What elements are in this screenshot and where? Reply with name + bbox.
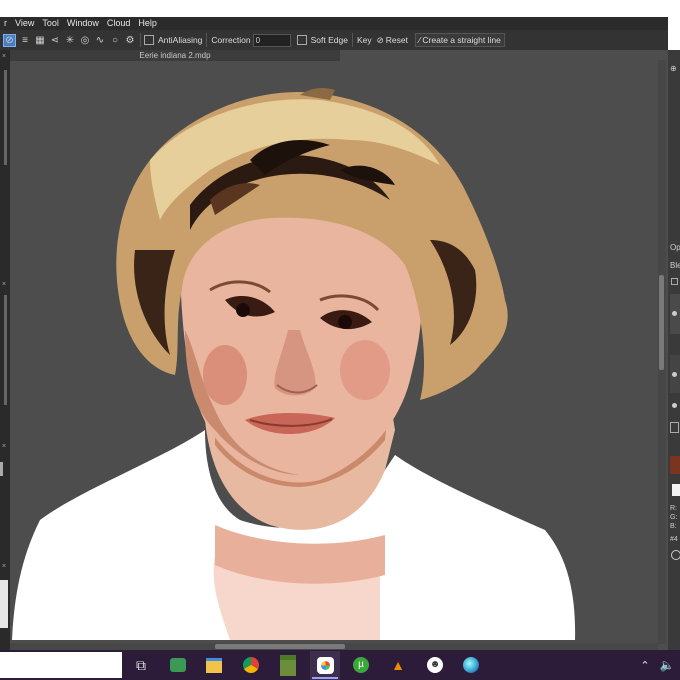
visibility-eye-icon[interactable] xyxy=(672,403,677,408)
menu-tool[interactable]: Tool xyxy=(38,17,63,30)
key-label: Key xyxy=(356,35,372,45)
parallel-snap-icon[interactable]: ≡ xyxy=(19,34,31,46)
create-straight-line-button[interactable]: ⁄ Create a straight line xyxy=(414,33,505,47)
close-icon[interactable]: × xyxy=(2,443,8,450)
menu-file-fragment[interactable]: r xyxy=(0,17,11,30)
color-set-icon[interactable] xyxy=(671,550,680,560)
menu-window[interactable]: Window xyxy=(63,17,103,30)
panel-scrollbar[interactable] xyxy=(4,295,7,405)
visibility-eye-icon[interactable] xyxy=(672,311,677,316)
grid-snap-icon[interactable]: ▦ xyxy=(34,34,46,46)
utorrent-icon[interactable]: µ xyxy=(348,652,374,678)
circle-snap-icon[interactable]: ○ xyxy=(109,34,121,46)
antialiasing-label: AntiAliasing xyxy=(158,35,203,45)
close-icon[interactable]: × xyxy=(2,53,8,60)
right-panel xyxy=(668,50,680,650)
concentric-snap-icon[interactable]: ◎ xyxy=(79,34,91,46)
menu-bar: r View Tool Window Cloud Help xyxy=(0,17,668,30)
menu-help[interactable]: Help xyxy=(134,17,161,30)
line-icon: ⁄ xyxy=(418,35,421,45)
curve-snap-icon[interactable]: ∿ xyxy=(94,34,106,46)
toolbar-divider xyxy=(351,33,353,47)
zoom-icon[interactable]: ⊕ xyxy=(670,64,679,73)
correction-field[interactable]: 0 xyxy=(252,33,291,47)
soft-edge-label: Soft Edge xyxy=(310,35,348,45)
menu-cloud[interactable]: Cloud xyxy=(103,17,135,30)
reset-icon: ⊘ xyxy=(376,34,384,45)
panel-handle[interactable] xyxy=(0,462,3,476)
brush-preview xyxy=(0,580,8,628)
close-icon[interactable]: × xyxy=(2,563,8,570)
color-swatch[interactable] xyxy=(670,456,680,474)
active-indicator xyxy=(312,677,338,679)
emoji-app-icon[interactable]: ☻ xyxy=(422,652,448,678)
no-snap-icon[interactable]: ⊘ xyxy=(3,33,16,47)
toolbar-divider xyxy=(206,33,208,47)
opacity-label: Op xyxy=(670,243,680,252)
panel-scrollbar[interactable] xyxy=(4,70,7,165)
menu-view[interactable]: View xyxy=(11,17,38,30)
portrait-painting[interactable] xyxy=(10,61,658,643)
soft-edge-checkbox[interactable] xyxy=(296,35,307,45)
antialiasing-checkbox[interactable] xyxy=(144,35,154,45)
visibility-eye-icon[interactable] xyxy=(672,372,677,377)
document-tab-title: Eerie indiana 2.mdp xyxy=(139,51,211,60)
app-icon[interactable] xyxy=(165,652,191,678)
straight-line-label: Create a straight line xyxy=(422,35,501,45)
gear-icon[interactable]: ⚙ xyxy=(124,34,136,46)
secondary-swatch[interactable] xyxy=(672,484,680,496)
perspective-snap-icon[interactable]: ⋖ xyxy=(49,34,61,46)
green-readout: G: xyxy=(670,514,678,521)
toolbar-divider xyxy=(140,33,141,47)
taskbar-search-box[interactable] xyxy=(0,652,122,678)
reset-label: Reset xyxy=(385,35,408,45)
new-layer-icon[interactable] xyxy=(670,422,679,433)
horizontal-scroll-thumb[interactable] xyxy=(215,644,345,649)
protect-alpha-checkbox[interactable] xyxy=(671,278,678,285)
globe-app-icon[interactable] xyxy=(458,652,484,678)
chrome-icon[interactable] xyxy=(238,652,264,678)
radial-snap-icon[interactable]: ✳ xyxy=(64,34,76,46)
document-tab[interactable]: Eerie indiana 2.mdp xyxy=(10,50,340,61)
correction-label: Correction xyxy=(211,35,251,45)
hex-readout: #4 xyxy=(670,536,678,543)
vlc-icon[interactable]: ▲ xyxy=(385,652,411,678)
tool-options-bar: ⊘ ≡ ▦ ⋖ ✳ ◎ ∿ ○ ⚙ AntiAliasing Correctio… xyxy=(0,30,668,50)
medibang-paint-icon[interactable] xyxy=(312,652,338,678)
minecraft-icon[interactable] xyxy=(275,652,301,678)
file-explorer-icon[interactable] xyxy=(201,652,227,678)
blue-readout: B: xyxy=(670,523,677,530)
reset-button[interactable]: ⊘ Reset xyxy=(374,34,411,47)
blend-label: Ble xyxy=(670,261,680,270)
red-readout: R: xyxy=(670,505,677,512)
volume-icon[interactable]: 🔈 xyxy=(654,652,680,678)
task-view-icon[interactable]: ⧉ xyxy=(128,652,154,678)
close-icon[interactable]: × xyxy=(2,281,8,288)
vertical-scroll-thumb[interactable] xyxy=(659,275,664,370)
